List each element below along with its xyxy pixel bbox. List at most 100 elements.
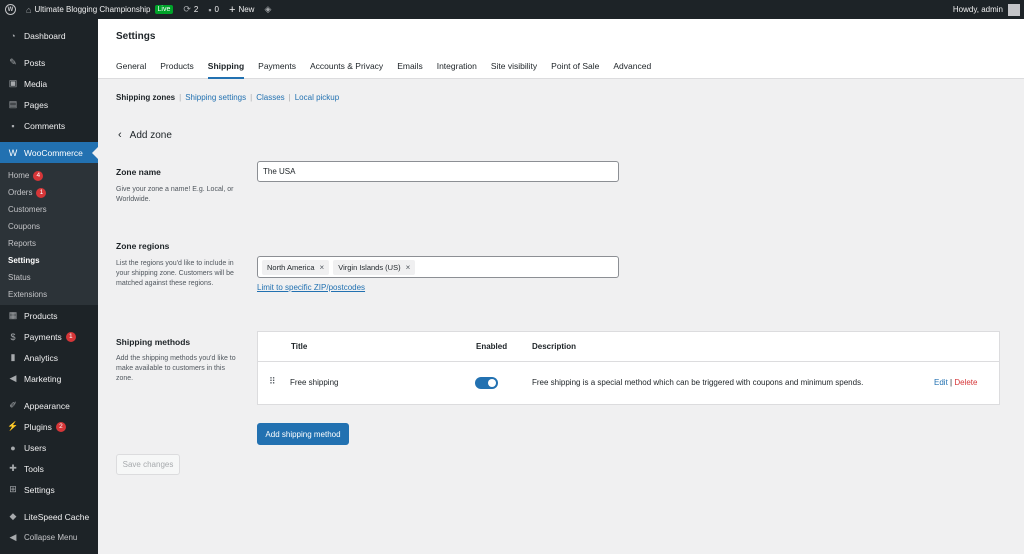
sidebar-item-woocommerce[interactable]: W WooCommerce (0, 142, 98, 163)
tab-general[interactable]: General (116, 61, 146, 79)
column-header-enabled: Enabled (476, 342, 508, 351)
new-label: New (238, 5, 255, 14)
remove-region-icon[interactable]: × (406, 263, 411, 272)
sidebar-item-comments[interactable]: ▪ Comments (0, 115, 98, 136)
tab-advanced[interactable]: Advanced (613, 61, 651, 79)
action-separator: | (950, 378, 953, 387)
sidebar-item-plugins[interactable]: ⚡ Plugins 2 (0, 416, 98, 437)
zone-regions-select[interactable]: North America × Virgin Islands (US) × (257, 256, 619, 278)
sidebar-item-pages[interactable]: ▤ Pages (0, 94, 98, 115)
collapse-menu-button[interactable]: ◀ Collapse Menu (0, 527, 98, 548)
updates-link[interactable]: ⟳ 2 (178, 0, 203, 19)
sidebar-item-appearance[interactable]: ✐ Appearance (0, 395, 98, 416)
settings-header: Settings General Products Shipping Payme… (98, 19, 1024, 79)
wordpress-logo-button[interactable]: W (0, 0, 21, 19)
submenu-item-home[interactable]: Home 4 (0, 167, 98, 184)
edit-method-link[interactable]: Edit (934, 378, 948, 387)
admin-sidebar: ◔ Dashboard ✎ Posts ▣ Media ▤ Pages ▪ Co… (0, 19, 98, 554)
zone-name-description: Give your zone a name! E.g. Local, or Wo… (116, 186, 234, 203)
dashboard-icon: ◔ (10, 30, 16, 41)
comments-link[interactable]: ▪ 0 (203, 0, 224, 19)
subnav-local-pickup[interactable]: Local pickup (295, 93, 339, 102)
zone-regions-description: List the regions you'd like to include i… (116, 260, 234, 287)
tab-site-visibility[interactable]: Site visibility (491, 61, 537, 79)
tab-accounts-privacy[interactable]: Accounts & Privacy (310, 61, 383, 79)
tab-emails[interactable]: Emails (397, 61, 423, 79)
column-header-title: Title (291, 342, 308, 351)
refresh-icon: ⟳ (183, 4, 191, 14)
subnav-classes[interactable]: Classes (256, 93, 284, 102)
zone-name-input[interactable] (257, 161, 619, 182)
woocommerce-submenu: Home 4 Orders 1 Customers Coupons Report… (0, 163, 98, 305)
add-zone-heading: ‹ Add zone (118, 129, 172, 141)
sidebar-item-posts[interactable]: ✎ Posts (0, 52, 98, 73)
tab-products[interactable]: Products (160, 61, 194, 79)
shipping-methods-label: Shipping methods (116, 337, 191, 347)
method-enabled-toggle[interactable] (475, 377, 498, 389)
submenu-item-extensions[interactable]: Extensions (0, 286, 98, 303)
submenu-item-reports[interactable]: Reports (0, 235, 98, 252)
pages-icon: ▤ (8, 99, 18, 109)
updates-count: 2 (193, 5, 199, 14)
sidebar-item-payments[interactable]: $ Payments 1 (0, 326, 98, 347)
submenu-item-orders[interactable]: Orders 1 (0, 184, 98, 201)
submenu-item-settings[interactable]: Settings (0, 252, 98, 269)
sidebar-item-label: WooCommerce (24, 147, 83, 158)
save-changes-button[interactable]: Save changes (116, 454, 180, 475)
submenu-item-customers[interactable]: Customers (0, 201, 98, 218)
submenu-label: Home (8, 171, 30, 180)
delete-method-link[interactable]: Delete (954, 378, 977, 387)
account-menu[interactable]: Howdy, admin (948, 0, 1024, 19)
orders-count-badge: 1 (36, 187, 47, 198)
sidebar-item-litespeed[interactable]: ◆ LiteSpeed Cache (0, 506, 98, 527)
diamond-icon: ◈ (264, 4, 272, 14)
tab-integration[interactable]: Integration (437, 61, 477, 79)
region-chip: Virgin Islands (US) × (333, 259, 416, 275)
subnav-shipping-settings[interactable]: Shipping settings (185, 93, 246, 102)
tab-payments[interactable]: Payments (258, 61, 296, 79)
sidebar-item-dashboard[interactable]: ◔ Dashboard (0, 25, 98, 46)
column-header-description: Description (532, 342, 577, 351)
sidebar-item-label: Marketing (24, 373, 62, 384)
submenu-label: Orders (8, 188, 33, 197)
region-chip-label: North America (267, 262, 315, 272)
drag-handle-icon[interactable]: ⠿ (269, 376, 276, 387)
woo-diamond-link[interactable]: ◈ (259, 0, 279, 19)
new-content-link[interactable]: + New (224, 0, 259, 19)
settings-icon: ⊞ (9, 484, 17, 494)
zone-name-label: Zone name (116, 167, 161, 177)
site-name-link[interactable]: ⌂ Ultimate Blogging Championship Live (21, 0, 178, 19)
submenu-item-status[interactable]: Status (0, 269, 98, 286)
tab-shipping[interactable]: Shipping (207, 61, 245, 79)
admin-bar: W ⌂ Ultimate Blogging Championship Live … (0, 0, 1024, 19)
woocommerce-icon: W (8, 147, 18, 158)
sidebar-item-products[interactable]: ▦ Products (0, 305, 98, 326)
howdy-text: Howdy, admin (952, 5, 1003, 14)
submenu-label: Customers (8, 205, 47, 214)
submenu-label: Status (8, 273, 31, 282)
archive-icon: ▦ (8, 310, 18, 320)
sidebar-item-label: Analytics (24, 352, 59, 363)
sidebar-item-users[interactable]: ● Users (0, 437, 98, 458)
add-shipping-method-button[interactable]: Add shipping method (257, 423, 349, 445)
sidebar-item-analytics[interactable]: ▮ Analytics (0, 347, 98, 368)
sidebar-item-label: Dashboard (24, 30, 66, 41)
back-chevron-icon[interactable]: ‹ (118, 129, 122, 141)
remove-region-icon[interactable]: × (320, 263, 325, 272)
sidebar-item-media[interactable]: ▣ Media (0, 73, 98, 94)
shipping-methods-description: Add the shipping methods you'd like to m… (116, 355, 236, 382)
sidebar-item-settings[interactable]: ⊞ Settings (0, 479, 98, 500)
sidebar-item-label: Appearance (24, 400, 70, 411)
shipping-methods-table: Title Enabled Description ⠿ Free shippin… (257, 331, 1000, 405)
tab-point-of-sale[interactable]: Point of Sale (551, 61, 599, 79)
limit-postcodes-link[interactable]: Limit to specific ZIP/postcodes (257, 283, 365, 292)
sidebar-item-tools[interactable]: ✚ Tools (0, 458, 98, 479)
payments-count-badge: 1 (65, 331, 76, 342)
sidebar-item-marketing[interactable]: ◀ Marketing (0, 368, 98, 389)
submenu-label: Settings (8, 256, 40, 265)
zone-regions-label: Zone regions (116, 241, 170, 251)
subnav-shipping-zones[interactable]: Shipping zones (116, 93, 175, 102)
sidebar-item-label: Collapse Menu (24, 533, 78, 542)
brush-icon: ✐ (9, 400, 17, 410)
submenu-item-coupons[interactable]: Coupons (0, 218, 98, 235)
